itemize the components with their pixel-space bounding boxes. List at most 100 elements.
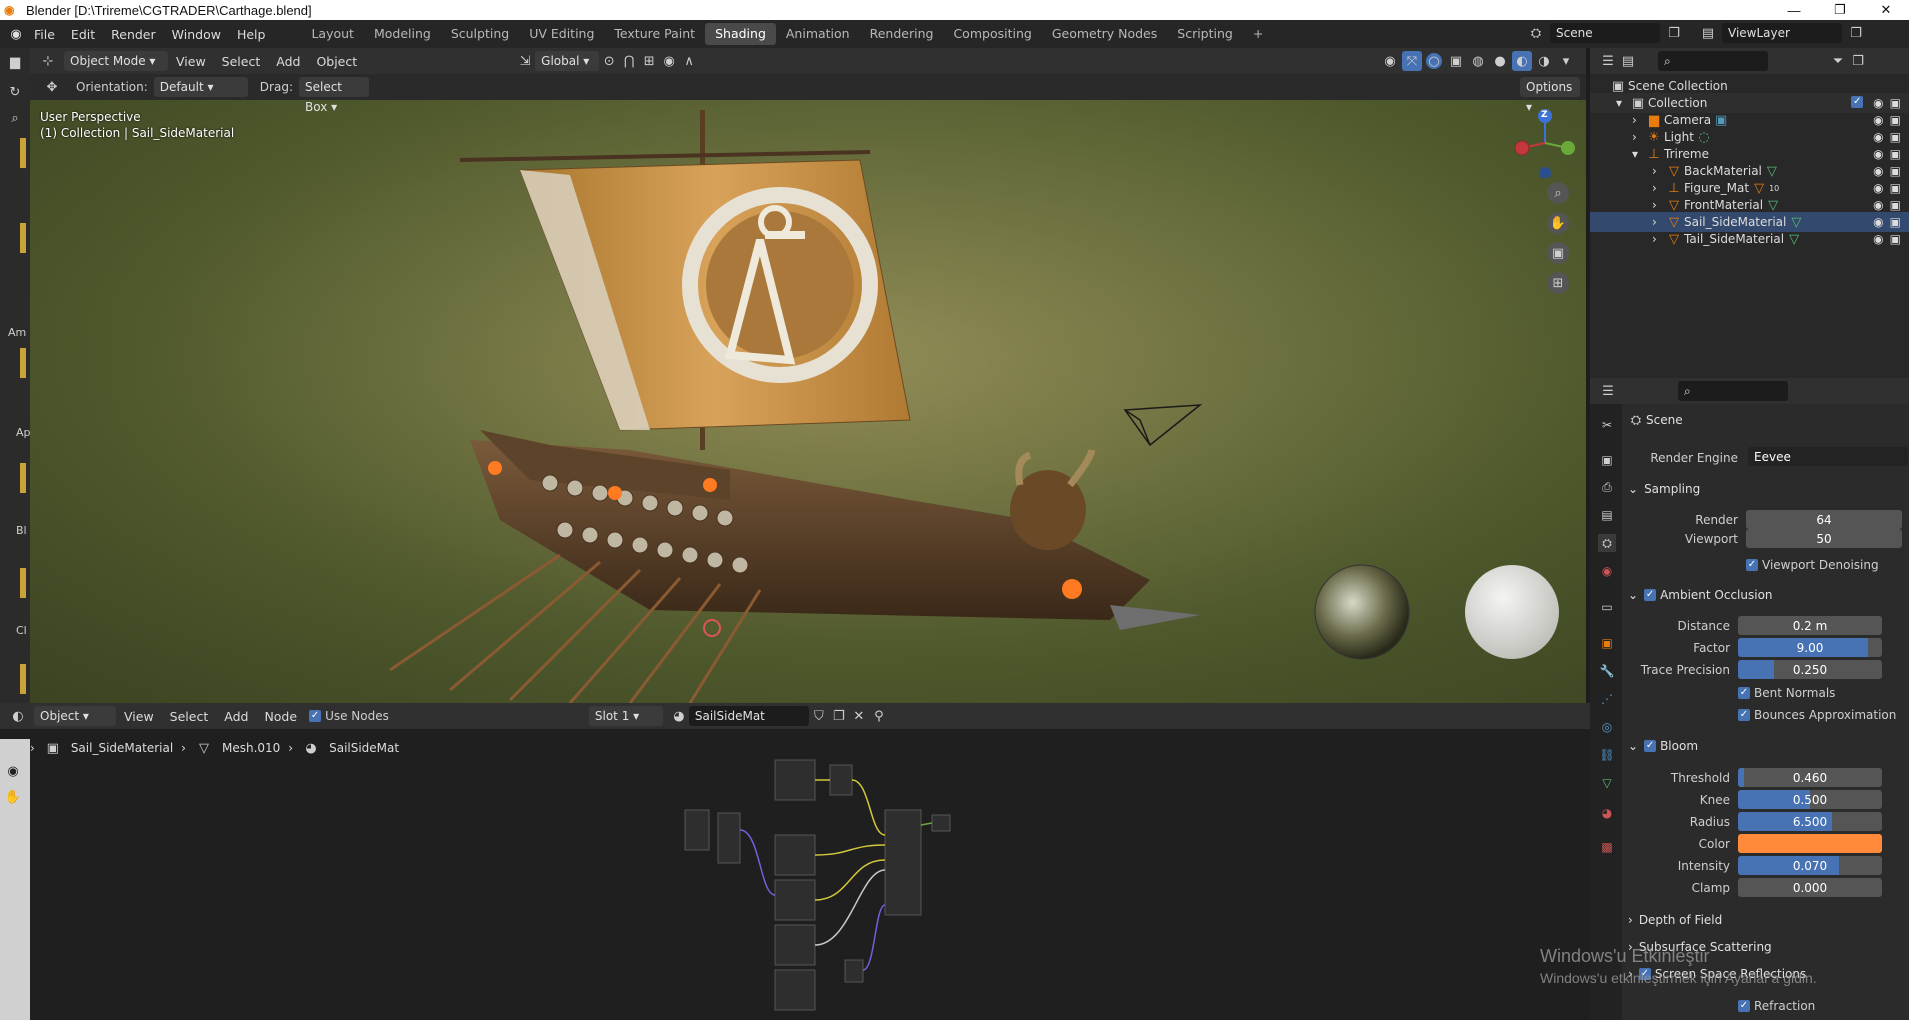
render-camera-icon[interactable]: ▣ — [1890, 164, 1901, 178]
bent-normals-toggle[interactable]: ✓ Bent Normals — [1738, 683, 1835, 703]
viewport-samples-field[interactable]: 50 — [1746, 529, 1902, 548]
tab-shading[interactable]: Shading — [705, 23, 776, 45]
tab-rendering[interactable]: Rendering — [860, 23, 944, 45]
bent-normals-checkbox[interactable]: ✓ — [1738, 687, 1750, 699]
new-scene-icon[interactable]: ❐ — [1664, 23, 1684, 43]
node-object-selector[interactable]: Object ▾ — [34, 706, 116, 726]
tab-geometry-nodes[interactable]: Geometry Nodes — [1042, 23, 1167, 45]
breadcrumb-expand-icon[interactable]: › — [30, 741, 35, 755]
wireframe-shading-icon[interactable]: ◍ — [1468, 51, 1488, 71]
material-tab-icon[interactable]: ◕ — [1598, 804, 1616, 822]
folder-icon[interactable]: ▆ — [5, 52, 25, 72]
search-icon[interactable]: ⌕ — [5, 108, 25, 128]
maximize-button[interactable]: ❐ — [1817, 0, 1863, 20]
render-engine-selector[interactable]: Eevee — [1748, 447, 1908, 466]
slot-selector[interactable]: Slot 1 ▾ — [588, 706, 663, 726]
menu-select[interactable]: Select — [214, 54, 269, 69]
ortho-grid-icon[interactable]: ⊞ — [1547, 272, 1569, 294]
physics-tab-icon[interactable]: ◎ — [1598, 718, 1616, 736]
solid-shading-icon[interactable]: ● — [1490, 51, 1510, 71]
close-button[interactable]: ✕ — [1863, 0, 1909, 20]
use-nodes-toggle[interactable]: ✓ Use Nodes — [309, 709, 389, 723]
eye-icon[interactable]: ◉ — [1873, 232, 1883, 246]
editor-type-icon[interactable]: ⊹ — [38, 51, 58, 71]
render-camera-icon[interactable]: ▣ — [1890, 96, 1901, 110]
select-tool-icon[interactable]: ◉ — [3, 761, 23, 781]
outliner-item-tail-sidematerial[interactable]: › ▽ Tail_SideMaterial ▽ ◉ ▣ — [1590, 229, 1909, 249]
overlay-icon[interactable]: ○ — [1426, 53, 1442, 69]
zoom-icon[interactable]: ⌕ — [1547, 182, 1569, 204]
section-ambient-occlusion[interactable]: ⌄ ✓ Ambient Occlusion — [1628, 588, 1773, 602]
render-camera-icon[interactable]: ▣ — [1890, 147, 1901, 161]
viewport-denoising-checkbox[interactable]: ✓ — [1746, 559, 1758, 571]
menu-render[interactable]: Render — [103, 27, 164, 42]
use-nodes-checkbox[interactable]: ✓ — [309, 710, 322, 722]
eye-icon[interactable]: ◉ — [1873, 198, 1883, 212]
shading-options-icon[interactable]: ▾ — [1556, 51, 1576, 71]
snap-target-icon[interactable]: ⊞ — [639, 51, 659, 71]
eye-icon[interactable]: ◉ — [1873, 96, 1883, 110]
ao-distance-field[interactable]: 0.2 m — [1738, 616, 1882, 635]
render-camera-icon[interactable]: ▣ — [1890, 113, 1901, 127]
menu-view[interactable]: View — [168, 54, 214, 69]
view-layer-tab-icon[interactable]: ▤ — [1598, 506, 1616, 524]
falloff-icon[interactable]: ∧ — [679, 51, 699, 71]
snap-icon[interactable]: ⋂ — [619, 51, 639, 71]
view-layer-selector[interactable]: ViewLayer — [1722, 23, 1842, 43]
bloom-knee-slider[interactable]: 0.500 — [1738, 790, 1882, 809]
bloom-clamp-field[interactable]: 0.000 — [1738, 878, 1882, 897]
bloom-threshold-slider[interactable]: 0.460 — [1738, 768, 1882, 787]
breadcrumb-object[interactable]: Sail_SideMaterial — [71, 741, 173, 755]
eye-icon[interactable]: ◉ — [1873, 164, 1883, 178]
section-sampling[interactable]: ⌄ Sampling — [1628, 482, 1700, 496]
render-camera-icon[interactable]: ▣ — [1890, 215, 1901, 229]
modifier-tab-icon[interactable]: 🔧 — [1598, 662, 1616, 680]
eye-icon[interactable]: ◉ — [1873, 181, 1883, 195]
eye-icon[interactable]: ◉ — [1873, 113, 1883, 127]
proportional-icon[interactable]: ◉ — [659, 51, 679, 71]
render-tab-icon[interactable]: ▣ — [1598, 451, 1616, 469]
breadcrumb-material[interactable]: SailSideMat — [329, 741, 399, 755]
menu-add[interactable]: Add — [268, 54, 308, 69]
unlink-material-icon[interactable]: ✕ — [849, 706, 869, 726]
eye-icon[interactable]: ◉ — [1873, 147, 1883, 161]
node-menu-add[interactable]: Add — [216, 709, 256, 724]
collection-tab-icon[interactable]: ▭ — [1598, 598, 1616, 616]
move-tool-icon[interactable]: ✥ — [42, 77, 62, 97]
pan-hand-icon[interactable]: ✋ — [1547, 212, 1569, 234]
tab-compositing[interactable]: Compositing — [943, 23, 1041, 45]
navigation-gizmo[interactable]: Z — [1510, 108, 1580, 179]
output-tab-icon[interactable]: ⎙ — [1598, 478, 1616, 496]
render-camera-icon[interactable]: ▣ — [1890, 181, 1901, 195]
filter-icon[interactable]: ⏷ — [1828, 51, 1848, 71]
new-layer-icon[interactable]: ❐ — [1846, 23, 1866, 43]
particles-tab-icon[interactable]: ⋰ — [1598, 690, 1616, 708]
section-bloom[interactable]: ⌄ ✓ Bloom — [1628, 739, 1698, 753]
display-mode-icon[interactable]: ▤ — [1618, 51, 1638, 71]
tool-tab-icon[interactable]: ✂ — [1598, 416, 1616, 434]
xray-icon[interactable]: ▣ — [1446, 51, 1466, 71]
refraction-toggle[interactable]: ✓ Refraction — [1738, 996, 1815, 1016]
render-camera-icon[interactable]: ▣ — [1890, 198, 1901, 212]
bloom-intensity-slider[interactable]: 0.070 — [1738, 856, 1882, 875]
object-tab-icon[interactable]: ▣ — [1598, 634, 1616, 652]
tab-modeling[interactable]: Modeling — [364, 23, 441, 45]
outliner-search-input[interactable]: ⌕ — [1658, 51, 1768, 71]
tab-layout[interactable]: Layout — [301, 23, 364, 45]
bloom-enable-checkbox[interactable]: ✓ — [1644, 740, 1657, 752]
bounces-approx-checkbox[interactable]: ✓ — [1738, 709, 1750, 721]
menu-window[interactable]: Window — [164, 27, 229, 42]
world-tab-icon[interactable]: ◉ — [1598, 562, 1616, 580]
data-tab-icon[interactable]: ▽ — [1598, 774, 1616, 792]
viewport-denoising-toggle[interactable]: ✓ Viewport Denoising — [1746, 555, 1879, 575]
bloom-color-swatch[interactable] — [1738, 834, 1882, 853]
options-dropdown[interactable]: Options ▾ — [1520, 77, 1580, 114]
blender-menu-icon[interactable]: ◉ — [6, 24, 26, 44]
transform-orientation-selector[interactable]: Global ▾ — [535, 51, 600, 71]
3d-viewport[interactable]: User Perspective (1) Collection | Sail_S… — [30, 100, 1586, 703]
menu-object[interactable]: Object — [308, 54, 365, 69]
tab-texture-paint[interactable]: Texture Paint — [604, 23, 705, 45]
node-menu-select[interactable]: Select — [162, 709, 217, 724]
eye-icon[interactable]: ◉ — [1873, 215, 1883, 229]
menu-file[interactable]: File — [26, 27, 63, 42]
